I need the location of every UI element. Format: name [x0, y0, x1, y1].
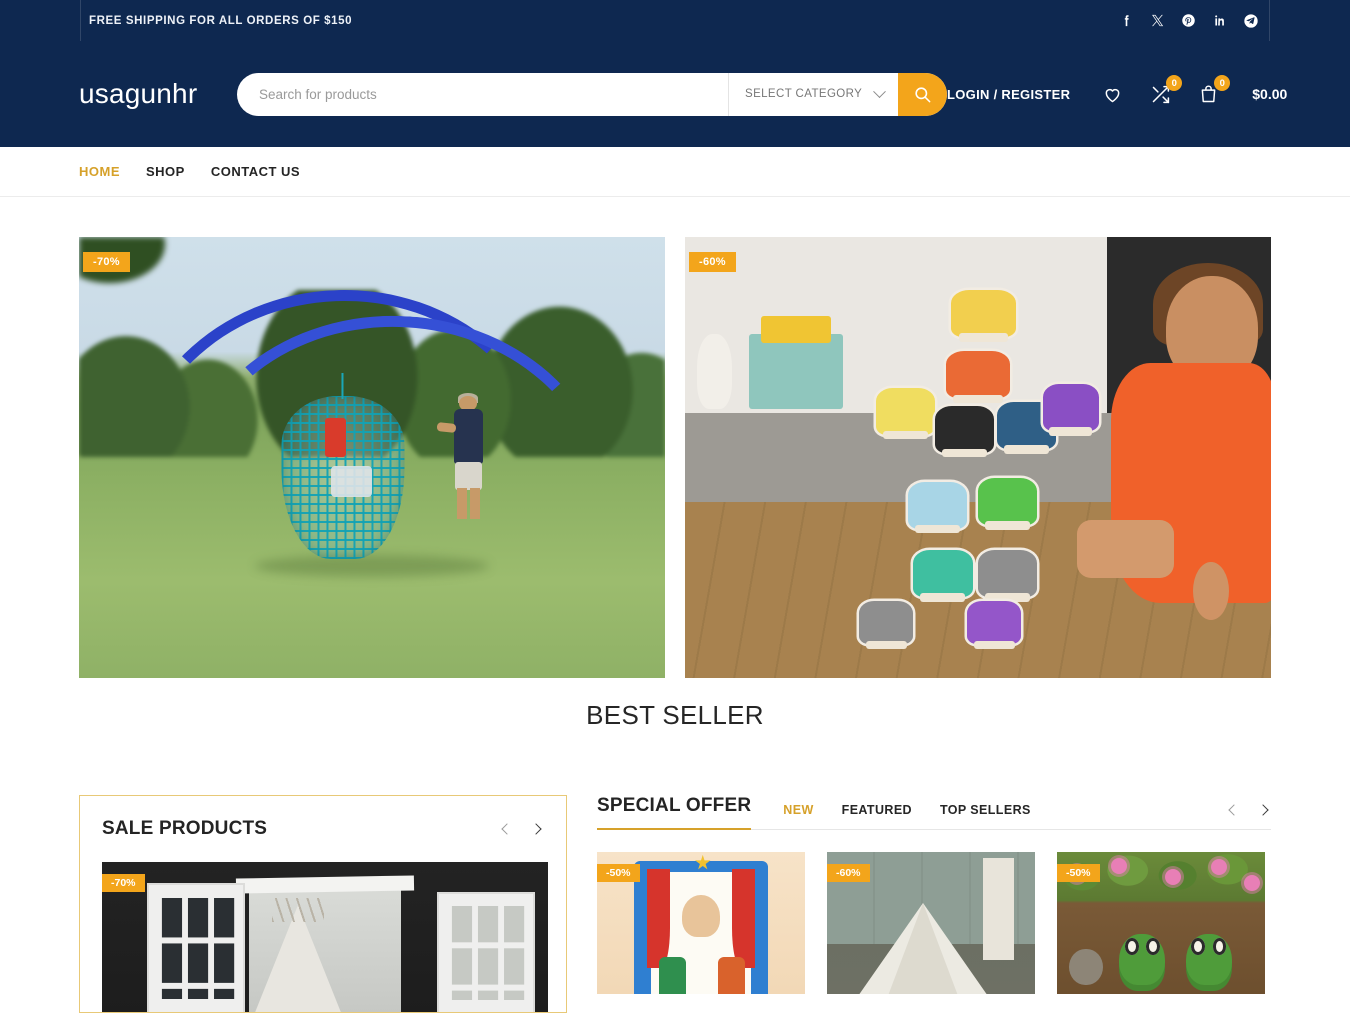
sale-prev-button[interactable]: [499, 821, 515, 837]
compare-count-badge: 0: [1166, 75, 1183, 91]
nav-inner: HOME SHOP CONTACT US: [79, 147, 1271, 196]
facebook-icon[interactable]: [1118, 12, 1135, 29]
sale-products-panel: SALE PRODUCTS -70%: [79, 795, 567, 1013]
site-header: usagunhr SELECT CATEGORY LOGIN / REGISTE…: [0, 41, 1350, 147]
cart-total[interactable]: $0.00: [1252, 86, 1287, 102]
x-twitter-icon[interactable]: [1149, 12, 1166, 29]
promo-banners-inner: -70% -60%: [79, 237, 1271, 678]
special-offer-title: SPECIAL OFFER: [597, 795, 752, 830]
special-offer-next-button[interactable]: [1255, 802, 1271, 818]
product-card-play-tent[interactable]: -60%: [827, 852, 1035, 994]
top-announcement-bar: FREE SHIPPING FOR ALL ORDERS OF $150: [0, 0, 1350, 41]
page-root: FREE SHIPPING FOR ALL ORDERS OF $150 usa…: [0, 0, 1350, 1013]
product-card-puppet-theater[interactable]: -50%: [597, 852, 805, 994]
nav-item-shop[interactable]: SHOP: [146, 164, 185, 179]
lower-inner: SALE PRODUCTS -70% SPECIAL OFFER NEW FEA…: [79, 795, 1271, 1013]
banner-image-monsters: [685, 237, 1271, 678]
product-search-bar: SELECT CATEGORY: [237, 72, 947, 116]
special-offer-header: SPECIAL OFFER NEW FEATURED TOP SELLERS: [597, 795, 1271, 830]
special-offer-tabs: NEW FEATURED TOP SELLERS: [783, 803, 1030, 830]
nav-item-contact-us[interactable]: CONTACT US: [211, 164, 300, 179]
pinterest-icon[interactable]: [1180, 12, 1197, 29]
banner-discount-badge: -70%: [83, 252, 130, 272]
telegram-icon[interactable]: [1242, 12, 1259, 29]
sale-products-header: SALE PRODUCTS: [80, 796, 566, 840]
main-navigation: HOME SHOP CONTACT US: [0, 147, 1350, 197]
tab-new[interactable]: NEW: [783, 803, 813, 817]
linkedin-icon[interactable]: [1211, 12, 1228, 29]
banner-image-swing: [79, 237, 665, 678]
cart-button[interactable]: 0: [1194, 75, 1231, 108]
promo-banner-monsters[interactable]: -60%: [685, 237, 1271, 678]
sale-products-carousel-controls: [499, 821, 544, 837]
girl-figure: [1060, 263, 1271, 678]
special-offer-product-grid: -50% -60% -50%: [597, 852, 1271, 994]
header-actions: LOGIN / REGISTER 0 0 $0.00: [947, 75, 1287, 108]
best-seller-section: BEST SELLER: [0, 700, 1350, 731]
top-bar-inner: FREE SHIPPING FOR ALL ORDERS OF $150: [80, 0, 1270, 41]
promo-banners: -70% -60%: [0, 237, 1350, 678]
sale-product-image: [102, 862, 548, 1012]
sale-products-title: SALE PRODUCTS: [102, 818, 268, 839]
product-card-garden-frogs[interactable]: -50%: [1057, 852, 1265, 994]
site-logo[interactable]: usagunhr: [79, 78, 237, 110]
chevron-down-icon: [873, 84, 886, 98]
social-links: [1118, 12, 1259, 29]
search-input[interactable]: [237, 72, 728, 116]
special-offer-carousel-controls: [1226, 802, 1271, 830]
category-select-label: SELECT CATEGORY: [745, 88, 863, 100]
category-select[interactable]: SELECT CATEGORY: [728, 72, 898, 116]
best-seller-title: BEST SELLER: [586, 700, 764, 730]
cart-count-badge: 0: [1214, 75, 1231, 91]
free-shipping-text: FREE SHIPPING FOR ALL ORDERS OF $150: [89, 14, 353, 27]
sale-next-button[interactable]: [528, 821, 544, 837]
product-discount-badge: -60%: [827, 864, 870, 882]
product-discount-badge: -50%: [597, 864, 640, 882]
search-button[interactable]: [898, 72, 947, 116]
header-inner: usagunhr SELECT CATEGORY LOGIN / REGISTE…: [79, 41, 1287, 147]
tab-top-sellers[interactable]: TOP SELLERS: [940, 803, 1031, 817]
login-register-link[interactable]: LOGIN / REGISTER: [947, 87, 1070, 102]
lower-section: SALE PRODUCTS -70% SPECIAL OFFER NEW FEA…: [0, 795, 1350, 1013]
wishlist-button[interactable]: [1098, 80, 1126, 108]
sale-product-card[interactable]: -70%: [102, 862, 548, 1012]
tab-featured[interactable]: FEATURED: [842, 803, 912, 817]
special-offer-panel: SPECIAL OFFER NEW FEATURED TOP SELLERS -…: [597, 795, 1271, 1013]
banner-discount-badge: -60%: [689, 252, 736, 272]
nav-item-home[interactable]: HOME: [79, 164, 120, 179]
sale-product-discount-badge: -70%: [102, 874, 145, 892]
promo-banner-swing[interactable]: -70%: [79, 237, 665, 678]
product-discount-badge: -50%: [1057, 864, 1100, 882]
special-offer-prev-button[interactable]: [1226, 802, 1242, 818]
compare-button[interactable]: 0: [1146, 75, 1183, 108]
